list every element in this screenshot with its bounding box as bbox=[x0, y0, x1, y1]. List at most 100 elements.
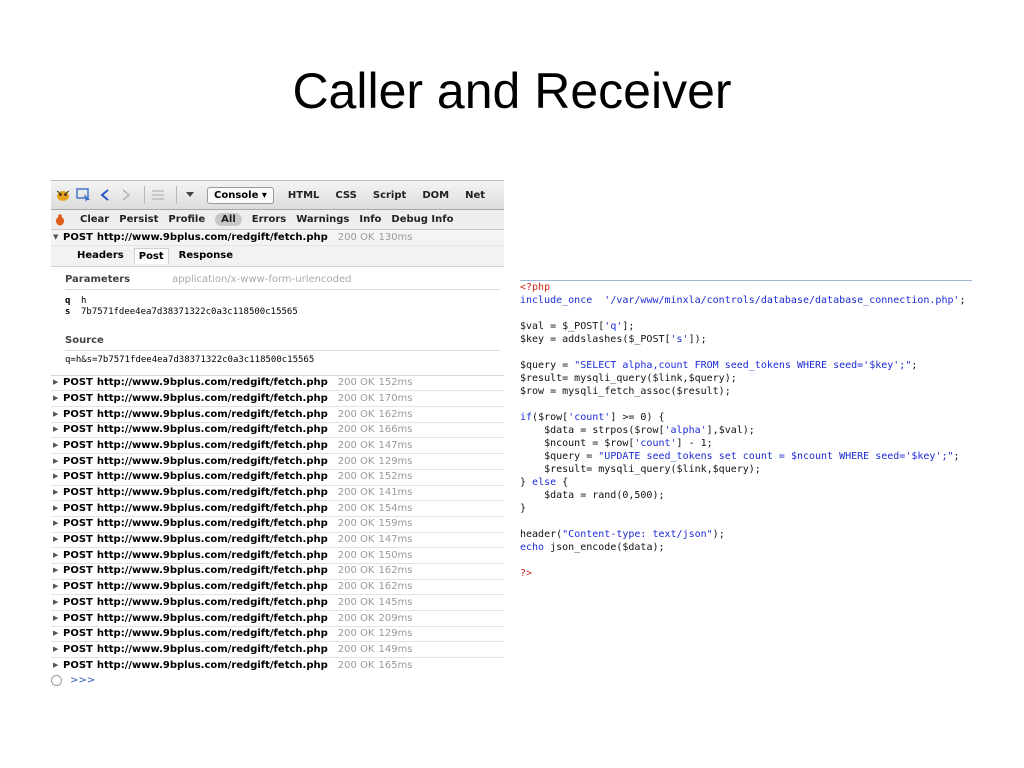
request-row[interactable]: ▶ POST http://www.9bplus.com/redgift/fetch… bbox=[51, 658, 504, 673]
code-token: include_once bbox=[520, 295, 593, 306]
request-row[interactable]: ▶ POST http://www.9bplus.com/redgift/fetch… bbox=[51, 564, 504, 580]
request-row-expanded[interactable]: ▼ POST http://www.9bplus.com/redgift/fet… bbox=[51, 230, 504, 246]
request-row[interactable]: ▶ POST http://www.9bplus.com/redgift/fetch… bbox=[51, 486, 504, 502]
request-row[interactable]: ▶ POST http://www.9bplus.com/redgift/fetch… bbox=[51, 438, 504, 455]
request-method: POST bbox=[63, 377, 93, 389]
code-token: json_encode($data); bbox=[544, 542, 665, 553]
expand-triangle-icon[interactable]: ▶ bbox=[53, 658, 63, 673]
request-row[interactable]: ▶ POST http://www.9bplus.com/redgift/fetch… bbox=[51, 423, 504, 439]
code-token: $data = rand(0,500); bbox=[520, 490, 665, 501]
expand-triangle-icon[interactable]: ▶ bbox=[53, 579, 63, 595]
code-line: $key = addslashes($_POST['s']); bbox=[520, 333, 972, 346]
filter-errors[interactable]: Errors bbox=[252, 214, 286, 225]
param-key: q bbox=[65, 295, 71, 306]
source-text: q=h&s=7b7571fdee4ea7d38371322c0a3c118500… bbox=[65, 354, 315, 365]
expand-triangle-icon[interactable]: ▶ bbox=[53, 532, 63, 548]
request-row[interactable]: ▶ POST http://www.9bplus.com/redgift/fetch… bbox=[51, 548, 504, 564]
request-row[interactable]: ▶ POST http://www.9bplus.com/redgift/fetch… bbox=[51, 391, 504, 408]
request-url: http://www.9bplus.com/redgift/fetch.php bbox=[96, 643, 328, 655]
request-method: POST bbox=[63, 596, 93, 608]
request-url: http://www.9bplus.com/redgift/fetch.php bbox=[96, 502, 328, 514]
request-status: 200 OK bbox=[337, 487, 375, 498]
request-row[interactable]: ▶ POST http://www.9bplus.com/redgift/fetch… bbox=[51, 533, 504, 549]
filter-debug-info[interactable]: Debug Info bbox=[391, 214, 453, 225]
param-row: s 7b7571fdee4ea7d38371322c0a3c118500c155… bbox=[65, 307, 500, 318]
tab-dom[interactable]: DOM bbox=[422, 190, 449, 201]
request-row[interactable]: ▶ POST http://www.9bplus.com/redgift/fetch… bbox=[51, 407, 504, 423]
code-token: if bbox=[520, 412, 533, 423]
request-status: 200 OK bbox=[337, 455, 375, 467]
request-url: http://www.9bplus.com/redgift/fetch.php bbox=[96, 612, 328, 624]
request-status: 200 OK bbox=[337, 231, 375, 243]
expand-triangle-icon[interactable]: ▶ bbox=[53, 375, 63, 391]
request-url: http://www.9bplus.com/redgift/fetch.php bbox=[96, 565, 328, 577]
expand-triangle-icon[interactable]: ▶ bbox=[53, 485, 63, 501]
filter-warnings[interactable]: Warnings bbox=[296, 214, 349, 225]
encoding-type: application/x-www-form-urlencoded bbox=[172, 274, 352, 286]
code-line: include_once '/var/www/minxla/controls/d… bbox=[520, 294, 972, 307]
list-icon[interactable] bbox=[150, 187, 166, 203]
expand-triangle-icon[interactable]: ▶ bbox=[53, 548, 63, 564]
expand-triangle-icon[interactable]: ▶ bbox=[53, 626, 63, 642]
params-label: Parameters bbox=[65, 274, 131, 286]
expand-triangle-icon[interactable]: ▶ bbox=[53, 516, 63, 532]
request-row[interactable]: ▶ POST http://www.9bplus.com/redgift/fetch… bbox=[51, 595, 504, 611]
request-method: POST bbox=[63, 534, 93, 546]
tab-response[interactable]: Response bbox=[179, 250, 233, 261]
expand-triangle-icon[interactable]: ▶ bbox=[53, 595, 63, 611]
code-token: ] - 1; bbox=[676, 438, 713, 449]
code-line: echo json_encode($data); bbox=[520, 541, 972, 554]
back-icon[interactable] bbox=[97, 187, 113, 203]
request-method: POST bbox=[63, 518, 93, 530]
code-token: $row = mysqli_fetch_assoc($result); bbox=[520, 386, 731, 397]
code-token: ; bbox=[959, 295, 966, 306]
request-time: 165ms bbox=[378, 659, 413, 671]
tab-html[interactable]: HTML bbox=[288, 190, 320, 201]
menu-icon[interactable] bbox=[182, 187, 198, 203]
tab-css[interactable]: CSS bbox=[335, 190, 356, 201]
code-token: ; bbox=[911, 360, 918, 371]
expand-triangle-icon[interactable]: ▶ bbox=[53, 563, 63, 579]
expand-triangle-icon[interactable]: ▶ bbox=[53, 611, 63, 627]
expand-triangle-icon[interactable]: ▶ bbox=[53, 438, 63, 454]
firebug-icon[interactable] bbox=[55, 187, 71, 203]
code-token: { bbox=[556, 477, 569, 488]
request-row[interactable]: ▶ POST http://www.9bplus.com/redgift/fetch… bbox=[51, 501, 504, 517]
persist-button[interactable]: Persist bbox=[119, 214, 158, 225]
expand-triangle-icon[interactable]: ▶ bbox=[53, 422, 63, 438]
param-row: q h bbox=[65, 296, 500, 307]
error-bug-icon[interactable] bbox=[55, 213, 67, 226]
console-tab[interactable]: Console ▾ bbox=[207, 186, 274, 204]
expand-triangle-icon[interactable]: ▶ bbox=[53, 391, 63, 407]
profile-button[interactable]: Profile bbox=[168, 214, 205, 225]
expand-triangle-icon[interactable]: ▶ bbox=[53, 642, 63, 658]
request-detail-tabs: Headers Post Response bbox=[51, 245, 504, 267]
tab-headers[interactable]: Headers bbox=[77, 250, 124, 261]
request-row[interactable]: ▶ POST http://www.9bplus.com/redgift/fetch… bbox=[51, 376, 504, 392]
request-row[interactable]: ▶ POST http://www.9bplus.com/redgift/fetch… bbox=[51, 517, 504, 533]
collapse-triangle-icon[interactable]: ▼ bbox=[53, 230, 63, 246]
filter-info[interactable]: Info bbox=[359, 214, 381, 225]
request-row[interactable]: ▶ POST http://www.9bplus.com/redgift/fetch… bbox=[51, 642, 504, 659]
filter-all[interactable]: All bbox=[215, 213, 242, 226]
request-status: 200 OK bbox=[337, 408, 375, 420]
inspect-icon[interactable] bbox=[76, 187, 92, 203]
expand-triangle-icon[interactable]: ▶ bbox=[53, 469, 63, 485]
command-line[interactable]: >>> bbox=[51, 675, 95, 686]
tab-post[interactable]: Post bbox=[133, 247, 169, 264]
expand-triangle-icon[interactable]: ▶ bbox=[53, 501, 63, 517]
expand-triangle-icon[interactable]: ▶ bbox=[53, 454, 63, 470]
code-token: $val = $_POST[ bbox=[520, 321, 605, 332]
expand-triangle-icon[interactable]: ▶ bbox=[53, 407, 63, 423]
code-token: $query = bbox=[520, 360, 575, 371]
clear-button[interactable]: Clear bbox=[80, 214, 109, 225]
request-row[interactable]: ▶ POST http://www.9bplus.com/redgift/fetch… bbox=[51, 611, 504, 627]
tab-script[interactable]: Script bbox=[373, 190, 406, 201]
tab-net[interactable]: Net bbox=[465, 190, 485, 201]
request-row[interactable]: ▶ POST http://www.9bplus.com/redgift/fetch… bbox=[51, 627, 504, 643]
forward-icon[interactable] bbox=[118, 187, 134, 203]
request-row[interactable]: ▶ POST http://www.9bplus.com/redgift/fetch… bbox=[51, 454, 504, 470]
request-method: POST bbox=[63, 487, 93, 498]
request-row[interactable]: ▶ POST http://www.9bplus.com/redgift/fetch… bbox=[51, 580, 504, 596]
request-row[interactable]: ▶ POST http://www.9bplus.com/redgift/fetch… bbox=[51, 470, 504, 486]
